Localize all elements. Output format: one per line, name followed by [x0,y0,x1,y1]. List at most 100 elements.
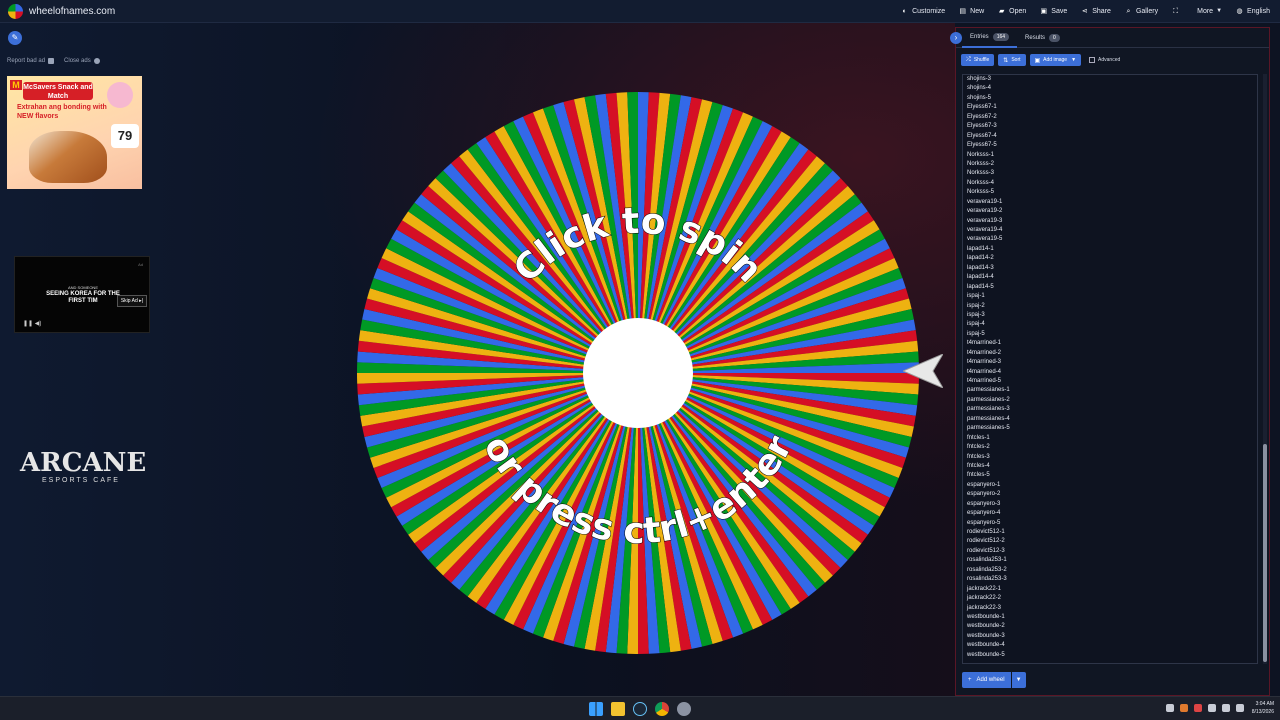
network-icon[interactable] [1207,704,1216,712]
entry-line[interactable]: jackrack22-1 [963,585,1257,594]
entry-line[interactable]: jackrack22-3 [963,604,1257,613]
entry-line[interactable]: westbounde-3 [963,632,1257,641]
entry-line[interactable]: lapad14-5 [963,283,1257,292]
entries-textarea[interactable]: shojins-3 shojins-4 shojins-5 Elyess67-1 Ely… [962,74,1258,664]
entry-line[interactable]: ispaj-4 [963,320,1257,329]
entry-line[interactable]: lapad14-1 [963,245,1257,254]
entry-line[interactable]: lapad14-2 [963,254,1257,263]
entry-line[interactable]: shojins-5 [963,94,1257,103]
entry-line[interactable]: rosalinda253-3 [963,575,1257,584]
entry-line[interactable]: westbounde-1 [963,613,1257,622]
video-controls[interactable]: ❚❚ ◀) [23,320,41,327]
entry-line[interactable]: shojins-3 [963,75,1257,84]
close-ads-link[interactable]: Close ads [64,58,100,64]
sort-button[interactable]: ⇅ Sort [998,54,1026,66]
nav-customize[interactable]: ◐ Customize [901,8,945,15]
tab-results[interactable]: Results 0 [1017,28,1068,48]
nav-language[interactable]: ◍ English [1236,8,1270,15]
entry-line[interactable]: rosalinda253-2 [963,566,1257,575]
steam-icon[interactable] [633,702,647,716]
skip-ad-button[interactable]: Skip Ad ▸| [116,295,147,307]
entry-line[interactable]: fntcles-2 [963,443,1257,452]
nav-gallery[interactable]: ⌕ Gallery [1125,8,1158,15]
volume-icon[interactable]: ◀) [35,321,42,327]
tab-entries[interactable]: Entries 164 [962,28,1018,48]
entry-line[interactable]: fntcles-3 [963,453,1257,462]
entry-line[interactable]: rosalinda253-1 [963,556,1257,565]
entry-line[interactable]: veravera19-3 [963,217,1257,226]
entry-line[interactable]: fntcles-4 [963,462,1257,471]
scroll-thumb[interactable] [1263,444,1267,662]
entry-line[interactable]: Norksss-2 [963,160,1257,169]
entry-line[interactable]: ispaj-5 [963,330,1257,339]
entry-line[interactable]: t4marrined-4 [963,368,1257,377]
entry-line[interactable]: espanyero-3 [963,500,1257,509]
video-ad[interactable]: Ad AND SOMEONE SEEING KOREA FOR THE FIRS… [14,256,150,333]
entry-line[interactable]: westbounde-2 [963,622,1257,631]
chevron-right-icon[interactable]: › [950,31,962,44]
entry-line[interactable]: veravera19-5 [963,235,1257,244]
entry-line[interactable]: westbounde-5 [963,651,1257,660]
chrome-icon[interactable] [655,702,669,716]
add-wheel-dropdown[interactable]: ▼ [1011,672,1026,688]
entry-line[interactable]: Elyess67-4 [963,132,1257,141]
entry-line[interactable]: parmessianes-4 [963,415,1257,424]
tray-app-icon[interactable] [1179,704,1188,712]
entry-line[interactable]: t4marrined-2 [963,349,1257,358]
entry-line[interactable]: Norksss-3 [963,169,1257,178]
entry-line[interactable]: t4marrined-3 [963,358,1257,367]
checkbox-icon[interactable] [1089,57,1096,63]
entry-line[interactable]: espanyero-1 [963,481,1257,490]
entry-line[interactable]: ispaj-2 [963,302,1257,311]
file-explorer-icon[interactable] [611,702,625,716]
nav-save[interactable]: ▣ Save [1040,8,1067,15]
entry-line[interactable]: parmessianes-3 [963,405,1257,414]
nav-fullscreen[interactable]: ⛶ [1172,8,1183,15]
report-ad-link[interactable]: Report bad ad [7,58,55,64]
edit-icon[interactable]: ✎ [8,31,22,45]
entry-line[interactable]: rodievict512-3 [963,547,1257,556]
chevron-up-icon[interactable] [1165,704,1174,712]
entry-line[interactable]: Elyess67-2 [963,113,1257,122]
entry-line[interactable]: Elyess67-3 [963,122,1257,131]
advanced-checkbox[interactable]: Advanced [1089,57,1120,63]
wheel-center[interactable] [583,318,693,428]
entry-line[interactable]: espanyero-4 [963,509,1257,518]
entry-line[interactable]: ispaj-3 [963,311,1257,320]
nav-share[interactable]: ⋖ Share [1081,8,1111,15]
shuffle-button[interactable]: ⤮ Shuffle [961,54,995,66]
snack-ad-banner[interactable]: M McSavers Snack and Match Extrahan ang … [7,76,142,189]
entry-line[interactable]: parmessianes-2 [963,396,1257,405]
entry-line[interactable]: ispaj-1 [963,292,1257,301]
entry-line[interactable]: t4marrined-1 [963,339,1257,348]
add-image-button[interactable]: ▣ Add image ▼ [1029,54,1082,66]
nav-open[interactable]: ▰ Open [998,8,1026,15]
entry-line[interactable]: veravera19-1 [963,198,1257,207]
microphone-icon[interactable] [1193,704,1202,712]
entry-line[interactable]: Norksss-5 [963,188,1257,197]
entry-line[interactable]: lapad14-3 [963,264,1257,273]
entry-line[interactable]: rodievict512-1 [963,528,1257,537]
entry-line[interactable]: veravera19-4 [963,226,1257,235]
entry-line[interactable]: Elyess67-5 [963,141,1257,150]
battery-icon[interactable] [1235,704,1244,712]
volume-icon[interactable] [1221,704,1230,712]
windows-start-icon[interactable] [589,702,603,716]
entry-line[interactable]: Norksss-4 [963,179,1257,188]
entry-line[interactable]: rodievict512-2 [963,537,1257,546]
entry-line[interactable]: t4marrined-5 [963,377,1257,386]
pause-icon[interactable]: ❚❚ [23,321,33,327]
entry-line[interactable]: westbounde-4 [963,641,1257,650]
settings-gear-icon[interactable] [677,702,691,716]
add-wheel-button[interactable]: + Add wheel [962,672,1011,688]
entry-line[interactable]: fntcles-1 [963,434,1257,443]
entry-line[interactable]: veravera19-2 [963,207,1257,216]
site-logo[interactable]: wheelofnames.com [8,3,115,19]
wheel[interactable]: Click to spin or press ctrl+enter [355,90,943,656]
entry-line[interactable]: jackrack22-2 [963,594,1257,603]
entry-line[interactable]: lapad14-4 [963,273,1257,282]
entry-line[interactable]: parmessianes-5 [963,424,1257,433]
clock[interactable]: 3:04 AM 8/13/2026 [1252,700,1274,716]
entry-line[interactable]: espanyero-2 [963,490,1257,499]
entry-line[interactable]: parmessianes-1 [963,386,1257,395]
